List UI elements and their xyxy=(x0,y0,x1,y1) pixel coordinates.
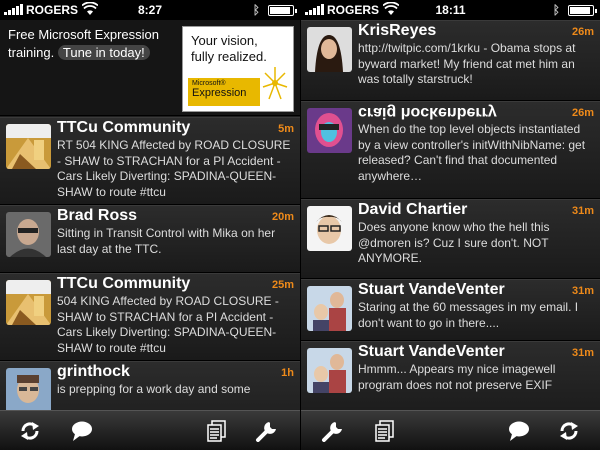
tweet-age: 31m xyxy=(571,285,594,297)
tweet-author: craig hockenberry xyxy=(358,104,497,121)
tweet-age: 25m xyxy=(271,279,294,291)
tweet-text: RT 504 KING Affected by ROAD CLOSURE - S… xyxy=(57,138,291,199)
tweet-item[interactable]: KrisReyes 26m http://twitpic.com/1krku -… xyxy=(301,20,600,101)
tweet-age: 26m xyxy=(571,26,594,38)
ad-brand-logo: Microsoft® Expression xyxy=(188,78,260,106)
ad-text: Free Microsoft Expression training. Tune… xyxy=(8,26,178,62)
settings-icon[interactable] xyxy=(321,420,345,442)
refresh-icon[interactable] xyxy=(18,420,42,442)
avatar[interactable] xyxy=(6,124,51,169)
status-bar: ROGERS 18:11 ᛒ xyxy=(301,0,600,20)
avatar[interactable] xyxy=(307,206,352,251)
tweet-list[interactable]: TTCu Community 5m RT 504 KING Affected b… xyxy=(0,117,300,410)
avatar[interactable] xyxy=(307,348,352,393)
bluetooth-icon: ᛒ xyxy=(252,3,260,17)
right-screen: ROGERS 18:11 ᛒ KrisReyes 26m http://twit… xyxy=(300,0,600,450)
tweet-age: 20m xyxy=(271,211,294,223)
tweet-item[interactable]: David Chartier 31m Does anyone know who … xyxy=(301,199,600,279)
settings-icon[interactable] xyxy=(255,420,279,442)
tweet-author: Stuart VandeVenter xyxy=(358,281,505,298)
advertisement[interactable]: Free Microsoft Expression training. Tune… xyxy=(0,20,300,116)
ad-image[interactable]: Your vision, fully realized. Microsoft® … xyxy=(182,26,294,112)
tweet-item[interactable]: TTCu Community 5m RT 504 KING Affected b… xyxy=(0,117,300,205)
tweet-text: Hmmm... Appears my nice imagewell progra… xyxy=(358,362,556,392)
tweet-age: 31m xyxy=(571,347,594,359)
battery-icon xyxy=(568,5,597,16)
avatar[interactable] xyxy=(307,108,352,153)
tweet-age: 5m xyxy=(278,123,294,135)
tweet-author: TTCu Community xyxy=(57,275,191,292)
compose-icon[interactable] xyxy=(507,420,531,442)
ad-brand-small: Microsoft® xyxy=(192,80,226,87)
tweet-list[interactable]: KrisReyes 26m http://twitpic.com/1krku -… xyxy=(301,20,600,410)
avatar[interactable] xyxy=(6,280,51,325)
avatar[interactable] xyxy=(307,286,352,331)
tweet-text: http://twitpic.com/1krku - Obama stops a… xyxy=(358,41,576,86)
tweet-age: 26m xyxy=(571,107,594,119)
bottom-toolbar xyxy=(0,410,300,450)
tweet-text: Sitting in Transit Control with Mika on … xyxy=(57,226,276,256)
tweet-author: David Chartier xyxy=(358,201,468,218)
ad-headline: Your vision, fully realized. xyxy=(191,33,267,64)
tweet-text: Staring at the 60 messages in my email. … xyxy=(358,300,579,330)
tweet-author: KrisReyes xyxy=(358,22,437,39)
tweet-age: 1h xyxy=(281,367,294,379)
tweet-text: is prepping for a work day and some xyxy=(57,382,251,396)
flower-graphic xyxy=(262,67,288,100)
tweet-item[interactable]: Stuart VandeVenter 31m Staring at the 60… xyxy=(301,279,600,341)
ad-link[interactable]: Tune in today! xyxy=(57,45,150,60)
tweet-text: 504 KING Affected by ROAD CLOSURE - SHAW… xyxy=(57,294,279,355)
battery-icon xyxy=(268,5,297,16)
accounts-icon[interactable] xyxy=(373,420,397,442)
tweet-text: When do the top level objects instantiat… xyxy=(358,122,586,183)
bluetooth-icon: ᛒ xyxy=(552,3,560,17)
compose-icon[interactable] xyxy=(70,420,94,442)
tweet-item[interactable]: Brad Ross 20m Sitting in Transit Control… xyxy=(0,205,300,273)
avatar[interactable] xyxy=(6,212,51,257)
accounts-icon[interactable] xyxy=(205,420,229,442)
tweet-item[interactable]: grinthock 1h is prepping for a work day … xyxy=(0,361,300,410)
tweet-item[interactable]: TTCu Community 25m 504 KING Affected by … xyxy=(0,273,300,361)
status-bar: ROGERS 8:27 ᛒ xyxy=(0,0,300,20)
tweet-item[interactable]: craig hockenberry 26m When do the top le… xyxy=(301,101,600,199)
left-screen: ROGERS 8:27 ᛒ Free Microsoft Expression … xyxy=(0,0,300,450)
tweet-item[interactable]: Stuart VandeVenter 31m Hmmm... Appears m… xyxy=(301,341,600,410)
tweet-author: Brad Ross xyxy=(57,207,138,224)
ad-brand-big: Expression xyxy=(192,87,247,99)
bottom-toolbar xyxy=(301,410,600,450)
tweet-author: TTCu Community xyxy=(57,119,191,136)
avatar[interactable] xyxy=(307,27,352,72)
tweet-author: grinthock xyxy=(57,363,130,380)
tweet-text: Does anyone know who the hell this @dmor… xyxy=(358,220,550,265)
tweet-age: 31m xyxy=(571,205,594,217)
avatar[interactable] xyxy=(6,368,51,410)
refresh-icon[interactable] xyxy=(557,420,581,442)
tweet-author: Stuart VandeVenter xyxy=(358,343,505,360)
